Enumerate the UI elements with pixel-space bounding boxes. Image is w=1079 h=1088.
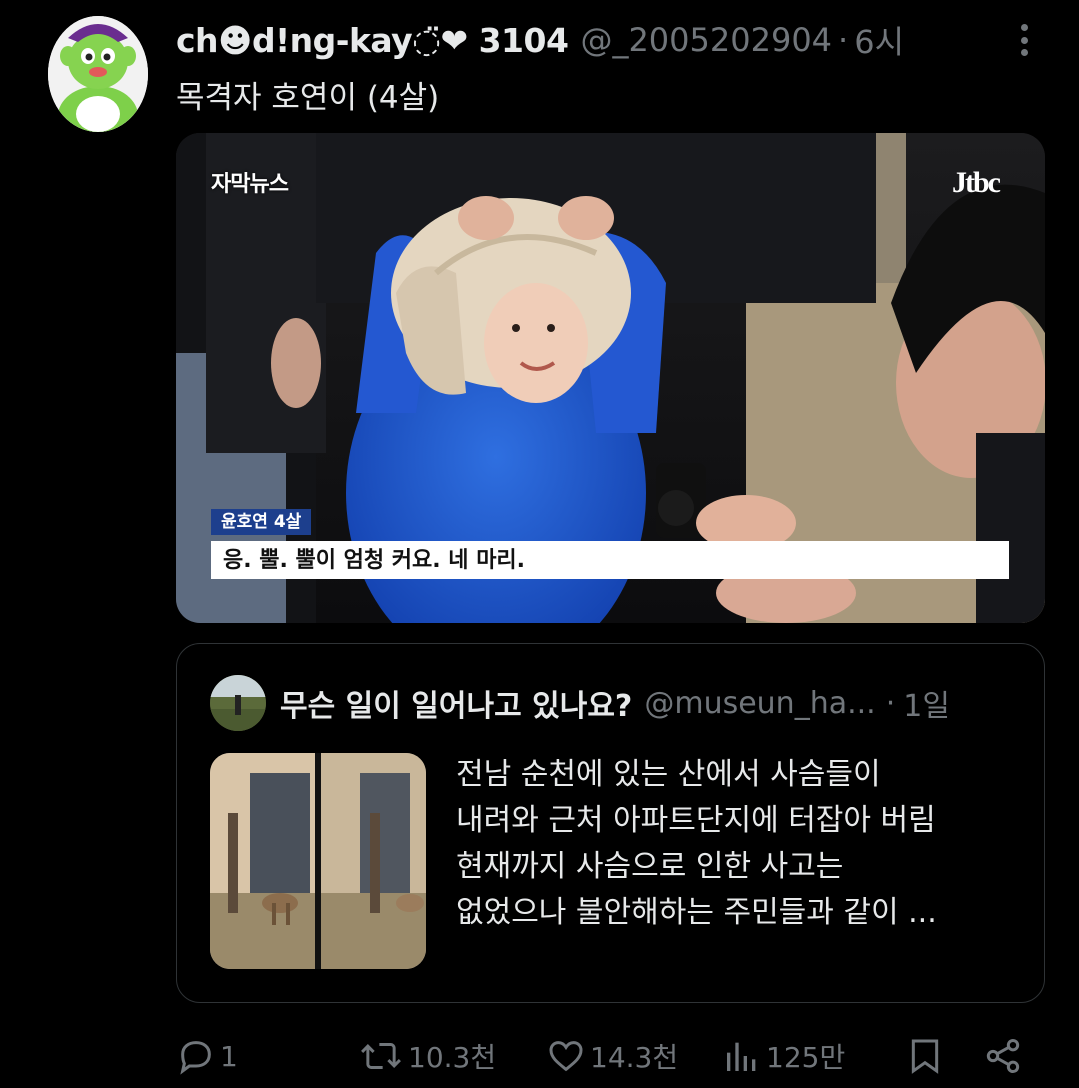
reply-count: 1 — [220, 1039, 238, 1073]
tweet-header: ch☻d!ng-kay◌̈❤ 3104 @_2005202904 · 6시 — [176, 14, 904, 66]
quoted-handle[interactable]: @museun_ha... — [644, 686, 875, 721]
author-avatar[interactable] — [48, 16, 148, 132]
quoted-tweet-text: 전남 순천에 있는 산에서 사슴들이 내려와 근처 아파트단지에 터잡아 버림 … — [456, 752, 1026, 936]
bookmark-icon — [911, 1039, 939, 1074]
share-icon — [986, 1039, 1020, 1073]
caption-label: 윤호연 4살 — [211, 509, 312, 535]
separator-dot: · — [885, 685, 896, 721]
quoted-text-line: 내려와 근처 아파트단지에 터잡아 버림 — [456, 803, 936, 838]
tweet-timestamp[interactable]: 6시 — [854, 17, 904, 63]
quoted-text-line: 전남 순천에 있는 산에서 사슴들이 — [456, 757, 881, 792]
broadcaster-logo: Jtbc — [952, 166, 1001, 199]
quoted-text-line: 없었으나 불안해하는 주민들과 같이 ... — [456, 895, 937, 930]
retweet-icon — [361, 1043, 401, 1069]
quoted-timestamp[interactable]: 1일 — [903, 681, 950, 725]
retweet-button[interactable]: 10.3천 — [358, 1034, 496, 1078]
quoted-author-avatar[interactable] — [210, 675, 266, 731]
separator-dot: · — [838, 21, 849, 59]
reply-button[interactable]: 1 — [176, 1034, 238, 1078]
like-count: 14.3천 — [590, 1041, 679, 1074]
tweet-text: 목격자 호연이 (4살) — [176, 80, 440, 116]
view-count: 125만 — [766, 1041, 846, 1074]
quoted-text-line: 현재까지 사슴으로 인한 사고는 — [456, 849, 844, 884]
author-handle[interactable]: @_2005202904 — [580, 21, 832, 59]
quoted-media-thumbnail[interactable] — [210, 753, 426, 969]
news-tag: 자막뉴스 — [211, 172, 289, 197]
video-subtitle: 응. 뿔. 뿔이 엄청 커요. 네 마리. — [211, 541, 1009, 579]
like-button[interactable]: 14.3천 — [546, 1034, 678, 1078]
views-chart-icon — [727, 1042, 756, 1071]
more-dots-icon[interactable] — [1010, 20, 1038, 60]
author-display-name[interactable]: ch☻d!ng-kay◌̈❤ 3104 — [176, 21, 569, 60]
views-button[interactable]: 125만 — [722, 1034, 845, 1078]
quoted-tweet-header: 무슨 일이 일어나고 있나요? @museun_ha... · 1일 — [280, 680, 950, 726]
quoted-display-name[interactable]: 무슨 일이 일어나고 있나요? — [280, 681, 632, 725]
heart-icon — [549, 1041, 583, 1072]
share-button[interactable] — [983, 1034, 1027, 1078]
bookmark-button[interactable] — [905, 1034, 949, 1078]
reply-icon — [180, 1041, 211, 1075]
retweet-count: 10.3천 — [408, 1041, 497, 1074]
